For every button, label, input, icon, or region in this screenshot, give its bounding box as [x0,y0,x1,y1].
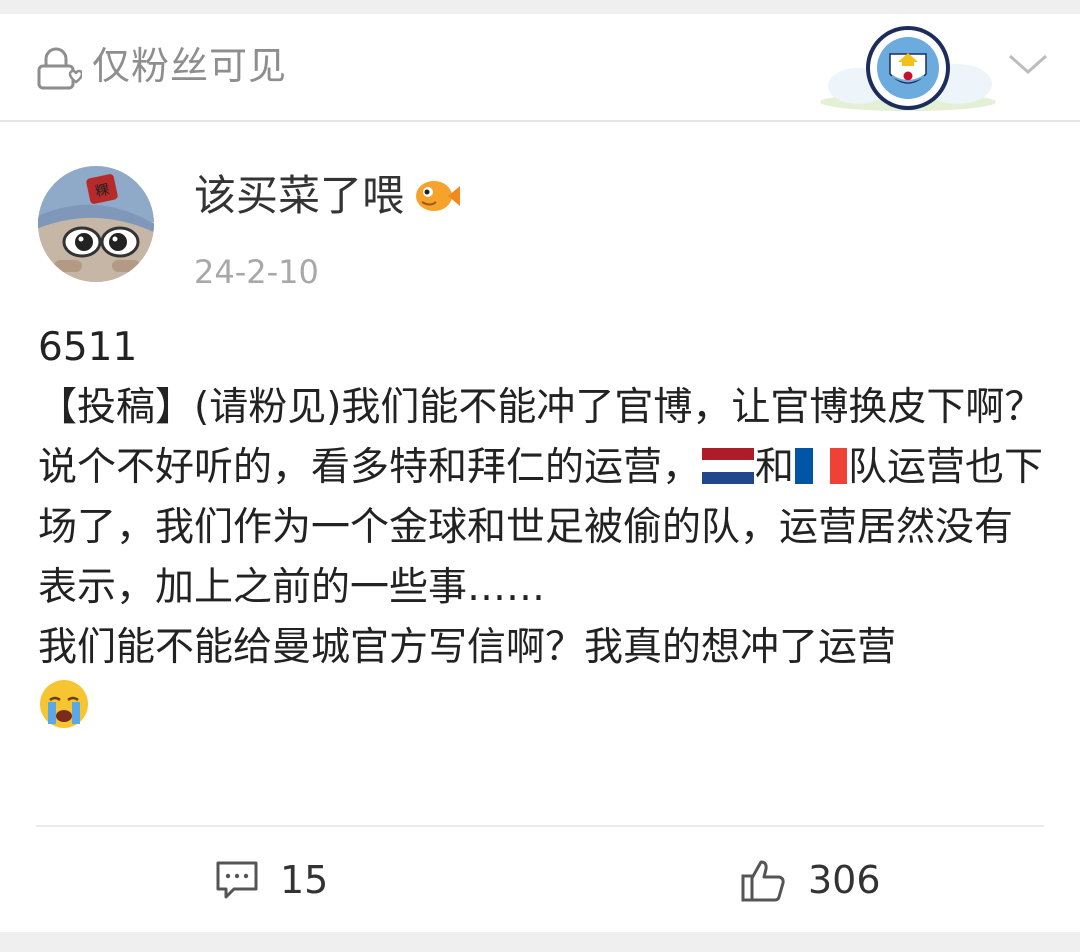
france-flag-icon [795,448,848,484]
crying-face-icon [40,680,88,728]
author-name[interactable]: 该买菜了喂 [194,166,461,226]
author-name-text[interactable]: 该买菜了喂 [194,166,404,226]
comment-icon [216,861,258,899]
like-count: 306 [808,858,881,902]
netherlands-flag-icon [702,448,755,484]
post-header-bar: 仅粉丝可见 [0,14,1080,122]
thumbs-up-icon [741,860,785,902]
post-body: 6511 【投稿】(请粉见)我们能不能冲了官博，让官博换皮下啊？说个不好听的，看… [38,318,1048,742]
comment-button[interactable]: 15 [214,850,328,910]
fans-only-lock-icon [37,47,82,90]
post-line: 6511 [38,325,138,370]
divider [36,825,1044,827]
post-text: 我们能不能给曼城官方写信啊？我真的想冲了运营 [38,625,897,670]
comment-count: 15 [280,858,329,902]
avatar[interactable]: 粿 [38,166,154,282]
post-date: 24-2-10 [194,253,319,291]
post-card: 仅粉丝可见 粿 该买菜了喂 24-2-10 6511 【投稿】(请粉见)我们能不… [0,14,1080,932]
chevron-down-icon[interactable] [1006,48,1050,78]
fish-badge-icon [416,181,461,211]
visibility-label: 仅粉丝可见 [92,44,288,88]
post-text: 和 [755,445,795,490]
manchester-city-badge-icon[interactable] [818,18,998,118]
post-paragraph: 【投稿】(请粉见)我们能不能冲了官博，让官博换皮下啊？说个不好听的，看多特和拜仁… [38,378,1048,618]
post-paragraph: 我们能不能给曼城官方写信啊？我真的想冲了运营 [38,618,1048,742]
like-button[interactable]: 306 [740,850,881,910]
